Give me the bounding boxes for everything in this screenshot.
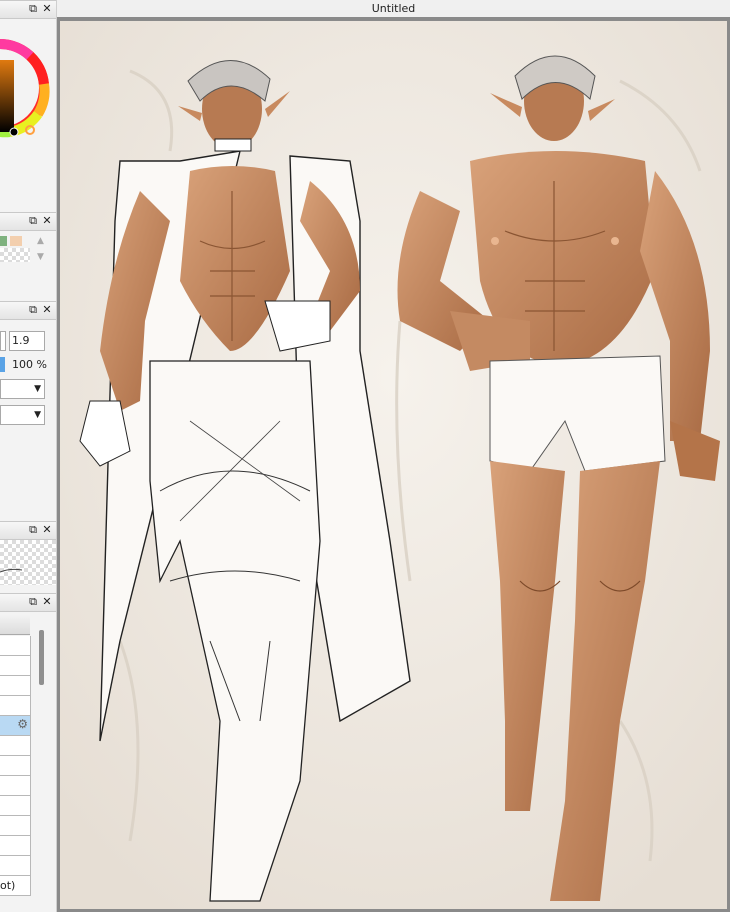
layers-header-row [0,614,30,635]
opacity-bar[interactable] [0,357,5,372]
drawing-canvas[interactable] [60,21,727,909]
layer-row[interactable] [0,816,31,836]
restore-icon[interactable]: ⧉ [26,523,40,537]
artwork [60,21,727,909]
chevron-down-icon: ▼ [34,384,41,394]
color-square [0,60,14,132]
chevron-down-icon: ▼ [34,410,41,420]
layer-name: ot) [0,879,16,892]
close-icon[interactable]: ✕ [40,303,54,317]
close-icon[interactable]: ✕ [40,2,54,16]
gear-icon[interactable]: ⚙ [17,717,28,731]
layer-row[interactable] [0,856,31,876]
layer-row[interactable] [0,836,31,856]
layer-row[interactable] [0,736,31,756]
brush-size-slider[interactable] [0,331,6,351]
layers-panel-header: ⧉ ✕ [0,593,56,612]
close-icon[interactable]: ✕ [40,595,54,609]
restore-icon[interactable]: ⧉ [26,595,40,609]
layer-row[interactable]: ot) [0,876,31,896]
restore-icon[interactable]: ⧉ [26,303,40,317]
layer-row[interactable] [0,696,31,716]
brush-size-field[interactable]: 1.9 [9,331,45,351]
swatch-green[interactable] [0,236,7,246]
color-wheel[interactable] [0,18,56,168]
layer-row-selected[interactable]: ⚙ [0,716,31,736]
swatch-panel-header: ⧉ ✕ [0,212,56,231]
layer-row[interactable] [0,756,31,776]
scroll-up-icon[interactable]: ▲ [37,236,44,246]
swatch-transparent[interactable] [0,248,30,262]
canvas-frame [57,17,730,912]
color-picker-handle [9,127,19,137]
swatch-peach[interactable] [10,236,22,246]
restore-icon[interactable]: ⧉ [26,2,40,16]
scroll-down-icon[interactable]: ▼ [37,252,44,262]
restore-icon[interactable]: ⧉ [26,214,40,228]
close-icon[interactable]: ✕ [40,214,54,228]
close-icon[interactable]: ✕ [40,523,54,537]
opacity-value[interactable]: 100 % [12,357,47,372]
layer-row[interactable] [0,776,31,796]
brush-preview [0,540,56,585]
layer-row[interactable] [0,656,31,676]
layer-row[interactable] [0,796,31,816]
preview-panel-header: ⧉ ✕ [0,521,56,540]
color-panel-header: ⧉ ✕ [0,0,56,19]
layers-scrollbar[interactable] [39,630,44,685]
left-tool-panel: ⧉ ✕ ⧉ ✕ ▲ ▼ ⧉ ✕ 1.9 100 % ▼ ▼ ⧉ ✕ ⧉ ✕ ⚙ … [0,0,57,912]
brush-panel-header: ⧉ ✕ [0,301,56,320]
blend-mode-select[interactable]: ▼ [0,379,45,399]
brush-shape-select[interactable]: ▼ [0,405,45,425]
document-title: Untitled [57,0,730,17]
layer-row[interactable] [0,676,31,696]
layer-row[interactable] [0,636,31,656]
